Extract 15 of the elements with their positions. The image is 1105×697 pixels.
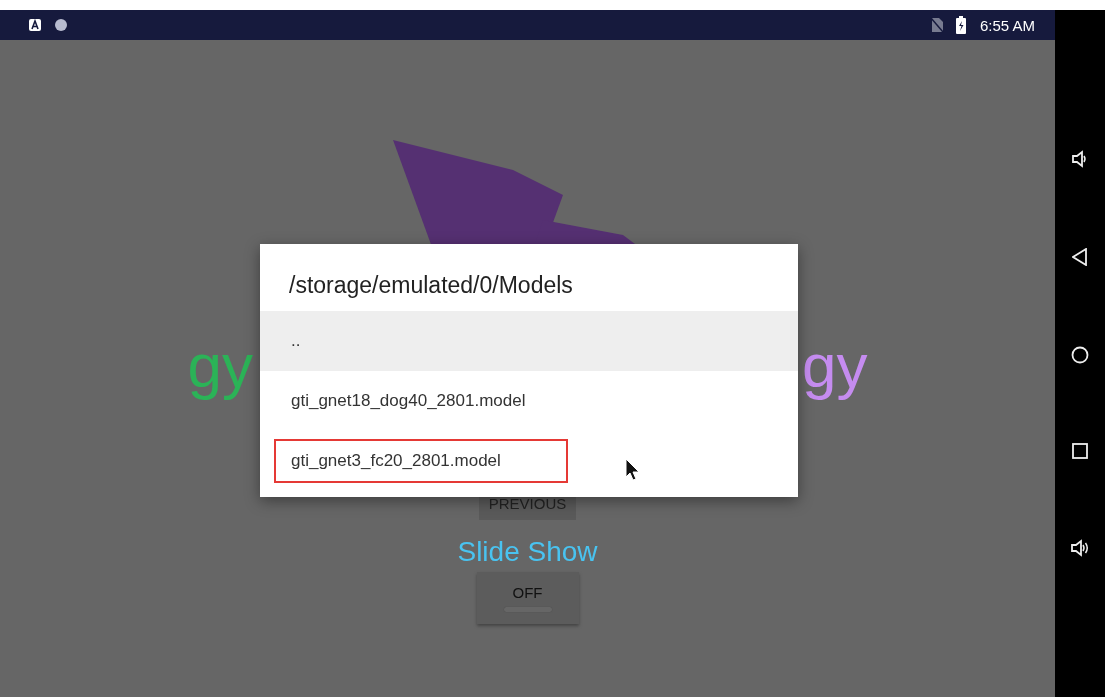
file-item[interactable]: gti_gnet18_dog40_2801.model [260,371,798,431]
recents-icon[interactable] [1072,443,1088,460]
dialog-title: /storage/emulated/0/Models [288,271,574,300]
mouse-cursor-icon [625,458,641,482]
home-icon[interactable] [1071,345,1089,364]
volume-up-icon[interactable] [1070,539,1090,557]
circle-icon [54,18,68,32]
status-time: 6:55 AM [979,16,1035,34]
notification-icon [28,18,42,32]
slide-show-label: Slide Show [457,536,598,568]
back-icon[interactable] [1072,247,1088,266]
battery-icon [955,16,966,34]
file-item[interactable]: .. [260,311,798,371]
no-sim-icon [929,17,944,33]
volume-down-icon[interactable] [1071,150,1089,168]
